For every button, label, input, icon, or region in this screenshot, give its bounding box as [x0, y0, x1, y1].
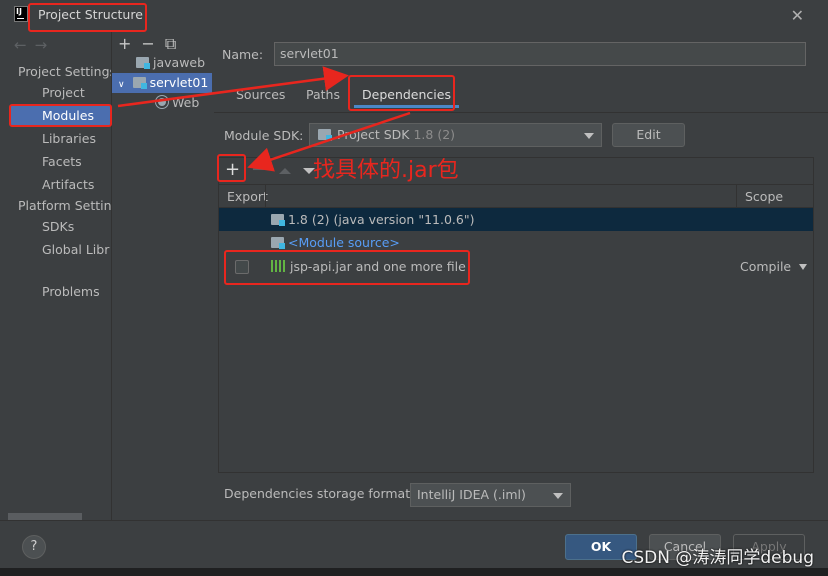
tab-divider — [214, 112, 828, 113]
table-header: Export Scope — [219, 184, 813, 208]
dependencies-toolbar: + − — [219, 158, 813, 184]
sidebar-item-project[interactable]: Project — [42, 85, 85, 100]
close-icon[interactable]: ✕ — [791, 6, 804, 25]
tree-item-web[interactable]: Web — [112, 93, 212, 113]
tree-item-servlet01[interactable]: ∨ servlet01 — [112, 73, 212, 93]
dependency-label: <Module source> — [288, 235, 400, 250]
sidebar-item-libraries[interactable]: Libraries — [42, 131, 96, 146]
annotation-box-jar — [224, 250, 470, 285]
tree-item-label: servlet01 — [149, 75, 209, 90]
module-folder-icon — [136, 57, 150, 69]
storage-format-dropdown[interactable]: IntelliJ IDEA (.iml) — [410, 483, 571, 507]
column-divider — [736, 185, 737, 207]
column-divider — [265, 185, 266, 207]
dependency-detail: (java version "11.0.6") — [329, 212, 475, 227]
module-sdk-label: Module SDK: — [224, 128, 304, 143]
column-export[interactable]: Export — [227, 189, 268, 204]
project-settings-heading: Project Settings — [18, 64, 117, 79]
dependency-label: 1.8 (2) — [288, 212, 330, 227]
platform-settings-heading: Platform Settings — [18, 198, 120, 213]
chevron-down-icon[interactable]: ∨ — [118, 80, 125, 90]
help-button[interactable]: ? — [22, 535, 46, 559]
module-tabs: Sources Paths Dependencies — [214, 80, 828, 110]
horizontal-scrollbar[interactable] — [8, 513, 82, 520]
module-tree-panel: +−⧉ javaweb ∨ servlet01 Web — [111, 30, 213, 520]
tree-item-label: javaweb — [153, 55, 206, 70]
table-row[interactable]: 1.8 (2) (java version "11.0.6") — [219, 208, 813, 231]
sdk-value: Project SDK — [337, 127, 410, 142]
add-icon[interactable]: + — [118, 34, 141, 53]
taskbar-strip — [0, 568, 828, 576]
source-folder-icon — [271, 237, 285, 249]
chevron-down-icon — [584, 133, 594, 139]
annotation-text: 找具体的.jar包 — [313, 158, 459, 183]
sdk-version: 1.8 (2) — [413, 127, 456, 142]
dependencies-table: + − Export Scope 1.8 (2) (java version "… — [218, 157, 814, 473]
sidebar-item-facets[interactable]: Facets — [42, 154, 82, 169]
sidebar-item-problems[interactable]: Problems — [42, 284, 100, 299]
annotation-box-modules — [9, 104, 112, 127]
module-sdk-dropdown[interactable]: Project SDK 1.8 (2) — [309, 123, 602, 147]
annotation-box-dependencies — [348, 75, 455, 111]
table-body: 1.8 (2) (java version "11.0.6") <Module … — [219, 208, 813, 472]
module-name-input[interactable]: servlet01 — [274, 42, 806, 66]
move-up-icon[interactable] — [279, 168, 291, 174]
jdk-folder-icon — [271, 214, 285, 226]
remove-icon[interactable]: − — [141, 34, 164, 53]
tree-item-label: Web — [172, 95, 200, 110]
sidebar-item-sdks[interactable]: SDKs — [42, 219, 74, 234]
web-facet-icon — [156, 96, 168, 108]
module-folder-icon — [132, 77, 147, 89]
tree-toolbar: +−⧉ — [118, 34, 186, 54]
storage-format-value: IntelliJ IDEA (.iml) — [417, 487, 526, 502]
copy-icon[interactable]: ⧉ — [165, 34, 186, 53]
watermark: CSDN @涛涛同学debug — [621, 548, 814, 568]
sdk-folder-icon — [318, 129, 332, 141]
column-scope[interactable]: Scope — [745, 189, 783, 204]
storage-format-label: Dependencies storage format: — [224, 486, 415, 501]
scope-value: Compile — [740, 259, 792, 274]
tab-sources[interactable]: Sources — [236, 87, 285, 102]
chevron-down-icon — [553, 493, 563, 499]
back-forward-icon[interactable]: ←→ — [14, 36, 55, 54]
tree-item-javaweb[interactable]: javaweb — [112, 53, 212, 73]
name-label: Name: — [222, 47, 264, 62]
dependency-jdk: 1.8 (2) (java version "11.0.6") — [271, 208, 474, 231]
scope-dropdown[interactable]: Compile — [740, 255, 808, 278]
sidebar-item-artifacts[interactable]: Artifacts — [42, 177, 94, 192]
intellij-logo-icon: IJ — [14, 6, 28, 22]
annotation-box-title — [28, 3, 147, 32]
annotation-box-add — [217, 154, 246, 182]
edit-sdk-button[interactable]: Edit — [612, 123, 685, 147]
project-structure-dialog: IJ Project Structure ✕ ←→ Project Settin… — [0, 0, 828, 576]
tab-paths[interactable]: Paths — [306, 87, 340, 102]
sidebar-item-global-libraries[interactable]: Global Libraries — [42, 242, 110, 257]
chevron-down-icon — [799, 264, 808, 270]
remove-dependency-icon[interactable]: − — [251, 159, 266, 180]
